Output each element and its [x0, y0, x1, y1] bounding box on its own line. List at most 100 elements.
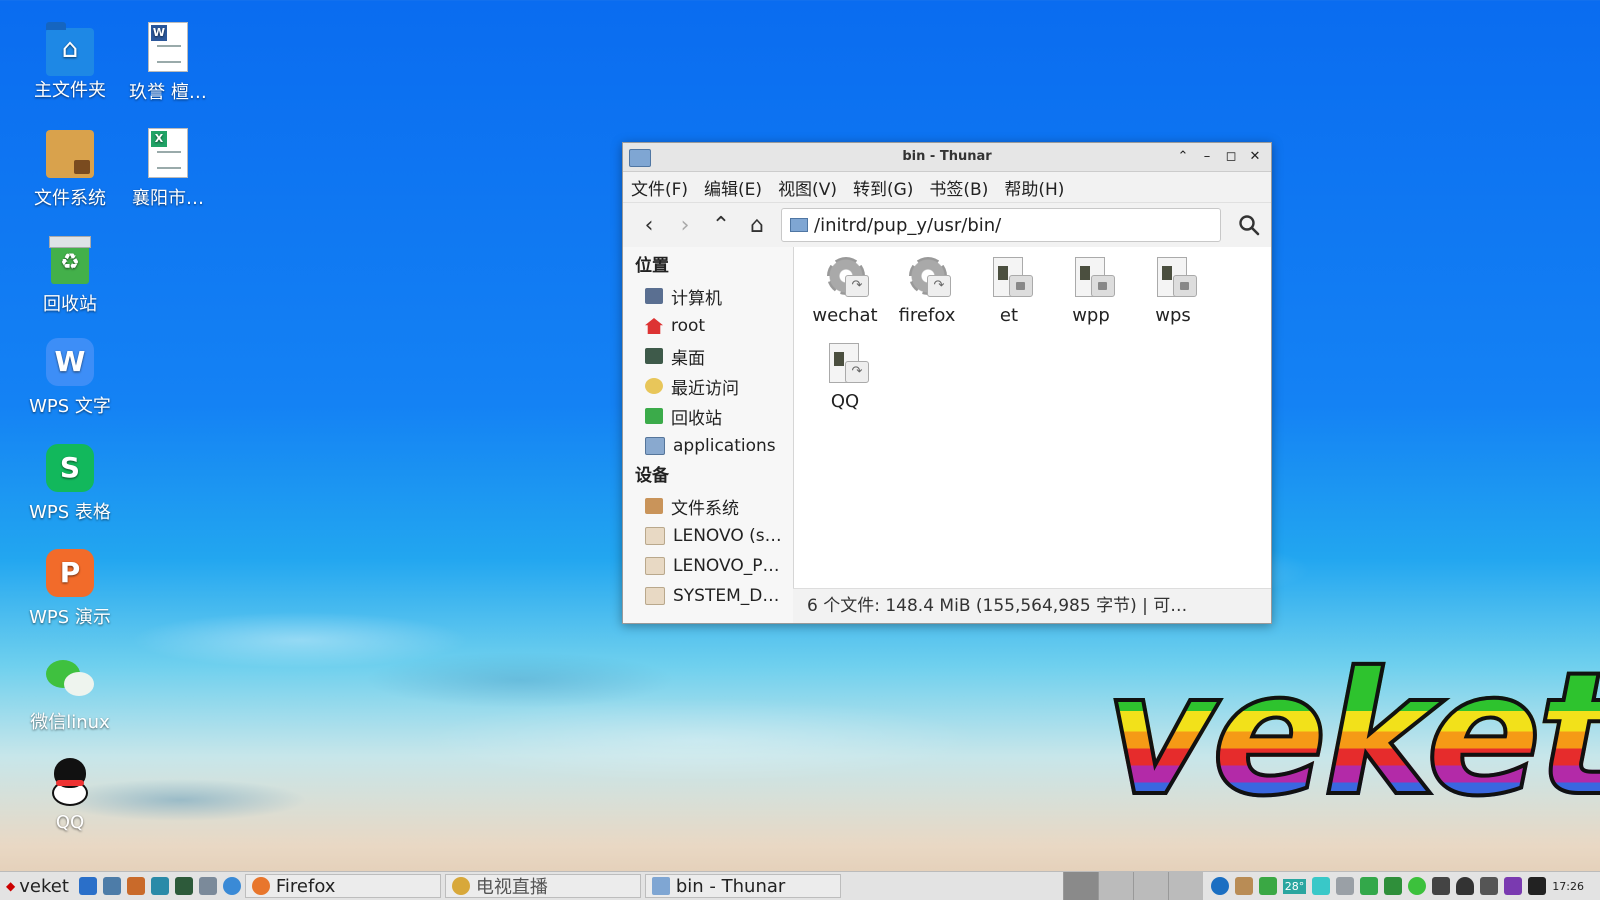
clipboard-icon[interactable] — [1234, 877, 1253, 895]
wps-spreadsheet-icon: S — [46, 444, 94, 492]
task-firefox[interactable]: Firefox — [244, 874, 441, 898]
status-bar: 6 个文件: 148.4 MiB (155,564,985 字节) | 可… — [793, 588, 1271, 623]
disk-icon[interactable] — [1360, 877, 1379, 895]
desktop-icon-wps-writer[interactable]: W WPS 文字 — [22, 338, 118, 418]
menu-help[interactable]: 帮助(H) — [1004, 175, 1064, 200]
browser-icon[interactable] — [222, 877, 241, 895]
filesystem-icon — [645, 498, 663, 514]
input-method-icon[interactable] — [1504, 877, 1523, 895]
back-button[interactable]: ‹ — [633, 209, 665, 241]
media-player-icon[interactable] — [174, 877, 193, 895]
sidebar-item-lenovo-p[interactable]: LENOVO_P… — [623, 551, 793, 581]
workspace-2[interactable] — [1097, 872, 1133, 900]
trash-icon — [49, 236, 91, 284]
hp-icon[interactable] — [1210, 877, 1229, 895]
sidebar-item-lenovo-s[interactable]: LENOVO (s… — [623, 521, 793, 551]
desktop-icon-spreadsheet[interactable]: X 襄阳市… — [120, 128, 216, 210]
start-menu-button[interactable]: ◆ veket — [0, 876, 75, 897]
desktop-icon-filesystem[interactable]: 文件系统 — [22, 130, 118, 210]
desktop-icon-qq[interactable]: QQ — [22, 758, 118, 833]
network-icon[interactable] — [1336, 877, 1355, 895]
paint-icon[interactable] — [126, 877, 145, 895]
desktop-icon-wps-presentation[interactable]: P WPS 演示 — [22, 549, 118, 629]
quick-launch — [78, 877, 241, 895]
menu-bookmarks[interactable]: 书签(B) — [929, 175, 988, 200]
menu-go[interactable]: 转到(G) — [853, 175, 913, 200]
wps-presentation-icon: P — [46, 549, 94, 597]
qq-penguin-icon — [46, 758, 94, 806]
workspace-1[interactable] — [1062, 872, 1098, 900]
desktop-icon-wps-spreadsheet[interactable]: S WPS 表格 — [22, 444, 118, 524]
file-view[interactable]: ↷ wechat ↷ firefox et wpp wps ↷ QQ — [794, 247, 1271, 623]
veket-menu-icon: ◆ — [6, 879, 16, 893]
volume-icon[interactable] — [1528, 877, 1547, 895]
menu-view[interactable]: 视图(V) — [778, 175, 837, 200]
desktop-icon-home-folder[interactable]: 主文件夹 — [22, 22, 118, 102]
file-item-wps[interactable]: wps — [1132, 255, 1214, 341]
sidebar-item-trash[interactable]: 回收站 — [623, 401, 793, 431]
file-name: wechat — [812, 305, 878, 326]
sidebar-item-recent[interactable]: 最近访问 — [623, 371, 793, 401]
workspace-4[interactable] — [1167, 872, 1203, 900]
desktop-icon-label: QQ — [55, 812, 85, 833]
sidebar-item-root[interactable]: root — [623, 311, 793, 341]
power-icon[interactable] — [1480, 877, 1499, 895]
locked-script-icon — [1067, 255, 1115, 303]
sidebar-item-filesystem[interactable]: 文件系统 — [623, 491, 793, 521]
file-item-wechat[interactable]: ↷ wechat — [804, 255, 886, 341]
thunar-window: bin - Thunar ⌃ – ◻ ✕ 文件(F) 编辑(E) 视图(V) 转… — [622, 142, 1272, 624]
file-item-et[interactable]: et — [968, 255, 1050, 341]
menu-bar: 文件(F) 编辑(E) 视图(V) 转到(G) 书签(B) 帮助(H) — [623, 172, 1271, 203]
forward-button[interactable]: › — [669, 209, 701, 241]
tv-icon — [451, 877, 470, 895]
desktop-icon-label: WPS 文字 — [29, 396, 111, 417]
task-thunar[interactable]: bin - Thunar — [644, 874, 841, 898]
wifi-icon[interactable] — [1258, 877, 1277, 895]
workspace-3[interactable] — [1132, 872, 1168, 900]
cpu-meter-icon[interactable] — [1312, 877, 1331, 895]
folder-icon — [651, 877, 670, 895]
parent-folder-button[interactable]: ⌃ — [705, 209, 737, 241]
file-name: firefox — [898, 305, 956, 326]
temperature-indicator[interactable]: 28° — [1282, 878, 1307, 894]
clock[interactable]: 17:26 — [1552, 880, 1592, 893]
title-bar[interactable]: bin - Thunar ⌃ – ◻ ✕ — [623, 143, 1271, 172]
executable-symlink-icon: ↷ — [903, 255, 951, 303]
bell-icon[interactable] — [1456, 877, 1475, 895]
search-icon — [1239, 215, 1260, 236]
firefox-icon — [251, 877, 270, 895]
search-button[interactable] — [1233, 209, 1265, 241]
file-item-firefox[interactable]: ↷ firefox — [886, 255, 968, 341]
desktop-icon-wechat[interactable]: 微信linux — [22, 654, 118, 734]
sidebar-item-applications[interactable]: applications — [623, 431, 793, 461]
file-item-wpp[interactable]: wpp — [1050, 255, 1132, 341]
sidebar-item-computer[interactable]: 计算机 — [623, 281, 793, 311]
desktop-icon — [645, 348, 663, 364]
home-icon: ⌂ — [750, 212, 764, 238]
file-item-qq[interactable]: ↷ QQ — [804, 341, 886, 427]
home-button[interactable]: ⌂ — [741, 209, 773, 241]
shield-icon[interactable] — [1384, 877, 1403, 895]
maximize-button[interactable]: ◻ — [1221, 145, 1241, 169]
settings-icon[interactable] — [198, 877, 217, 895]
drive-icon — [645, 527, 665, 545]
folder-icon[interactable] — [150, 877, 169, 895]
home-icon — [645, 318, 663, 334]
folder-icon — [645, 437, 665, 455]
desktop-icon-word-doc[interactable]: W 玖誉 檀… — [120, 22, 216, 104]
wechat-tray-icon[interactable] — [1408, 877, 1427, 895]
minimize-button[interactable]: – — [1197, 145, 1217, 169]
terminal-icon[interactable] — [102, 877, 121, 895]
sidebar-item-system-d[interactable]: SYSTEM_D… — [623, 581, 793, 611]
close-button[interactable]: ✕ — [1245, 145, 1265, 169]
keyboard-icon[interactable] — [1432, 877, 1451, 895]
menu-file[interactable]: 文件(F) — [631, 175, 688, 200]
show-desktop-icon[interactable] — [78, 877, 97, 895]
sidebar-item-desktop[interactable]: 桌面 — [623, 341, 793, 371]
location-bar[interactable]: /initrd/pup_y/usr/bin/ — [781, 208, 1221, 242]
task-tv-live[interactable]: 电视直播 — [444, 874, 641, 898]
shade-button[interactable]: ⌃ — [1173, 145, 1193, 169]
menu-edit[interactable]: 编辑(E) — [704, 175, 762, 200]
desktop-icon-trash[interactable]: 回收站 — [22, 236, 118, 316]
executable-symlink-icon: ↷ — [821, 255, 869, 303]
